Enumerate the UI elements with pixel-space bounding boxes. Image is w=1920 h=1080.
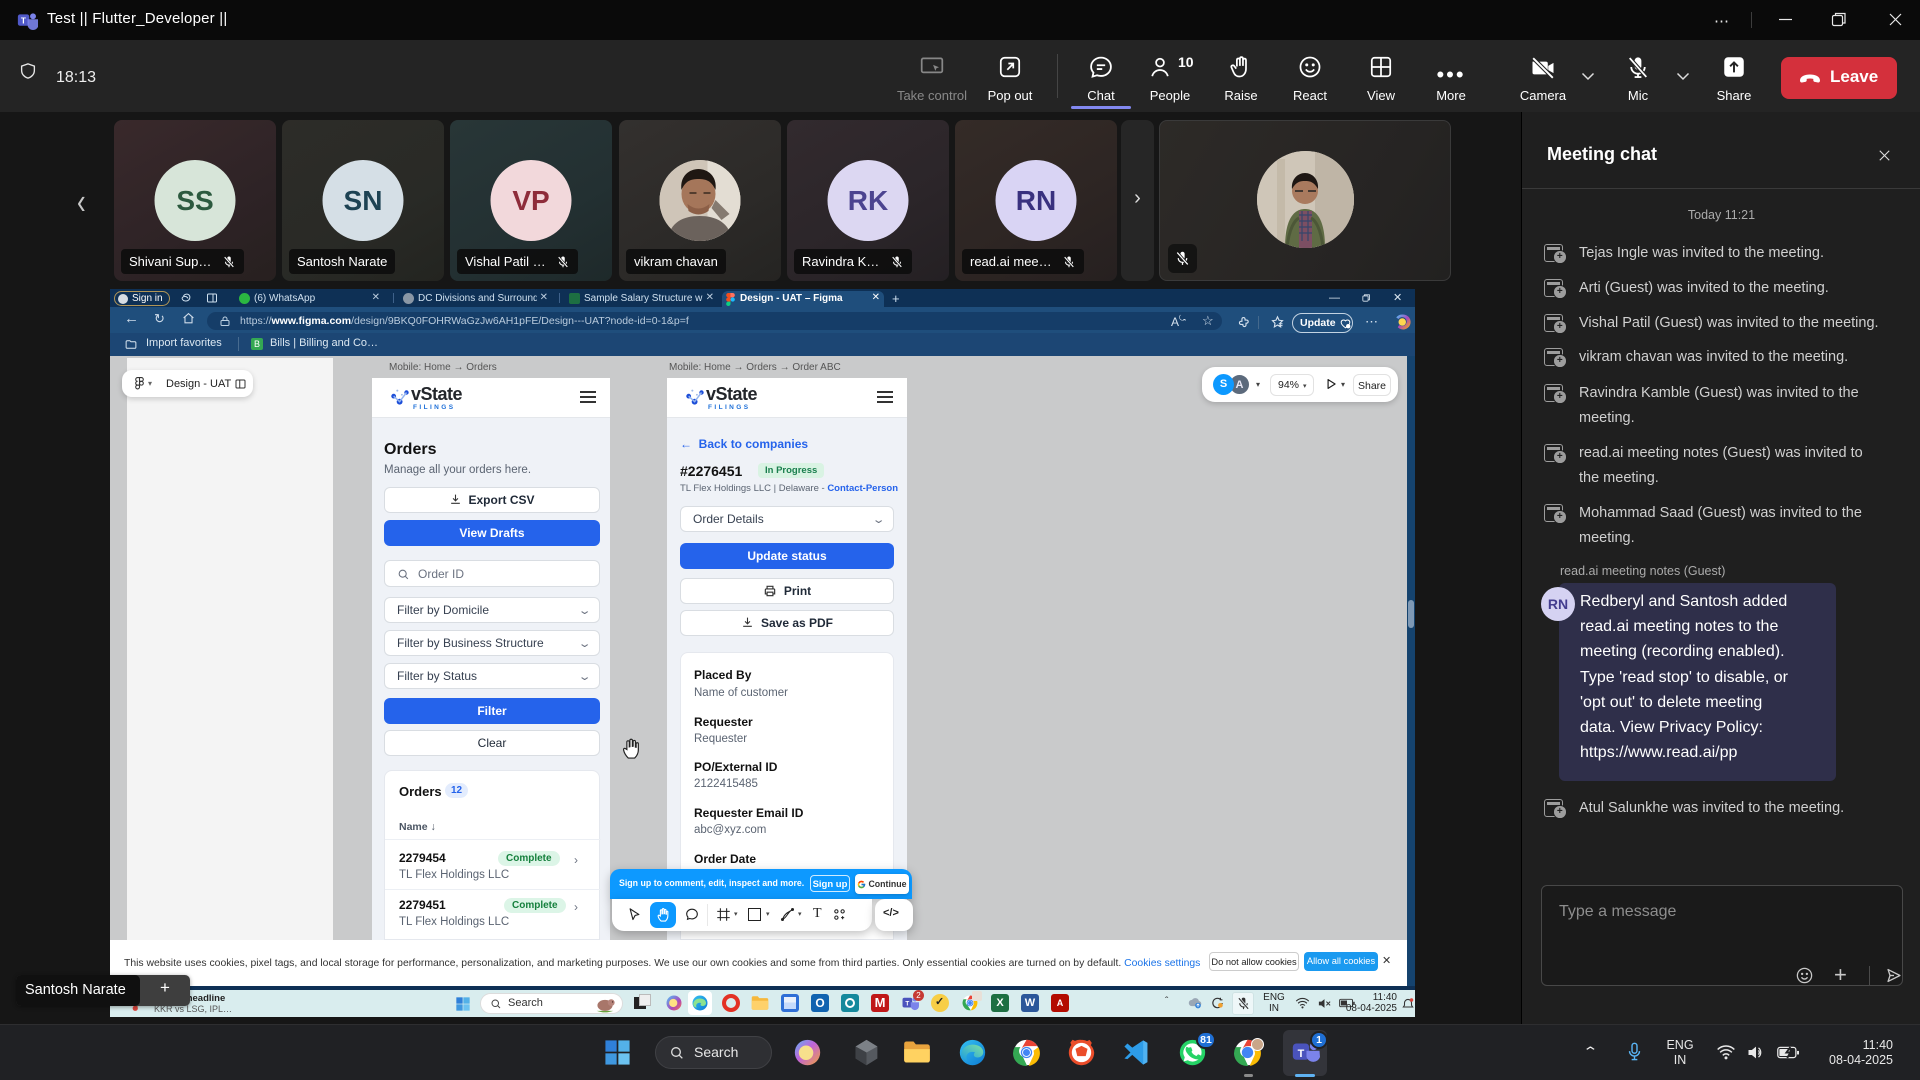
svg-text:T: T xyxy=(905,1000,909,1007)
svg-text:T: T xyxy=(21,15,26,25)
svg-text:T: T xyxy=(1298,1048,1305,1060)
